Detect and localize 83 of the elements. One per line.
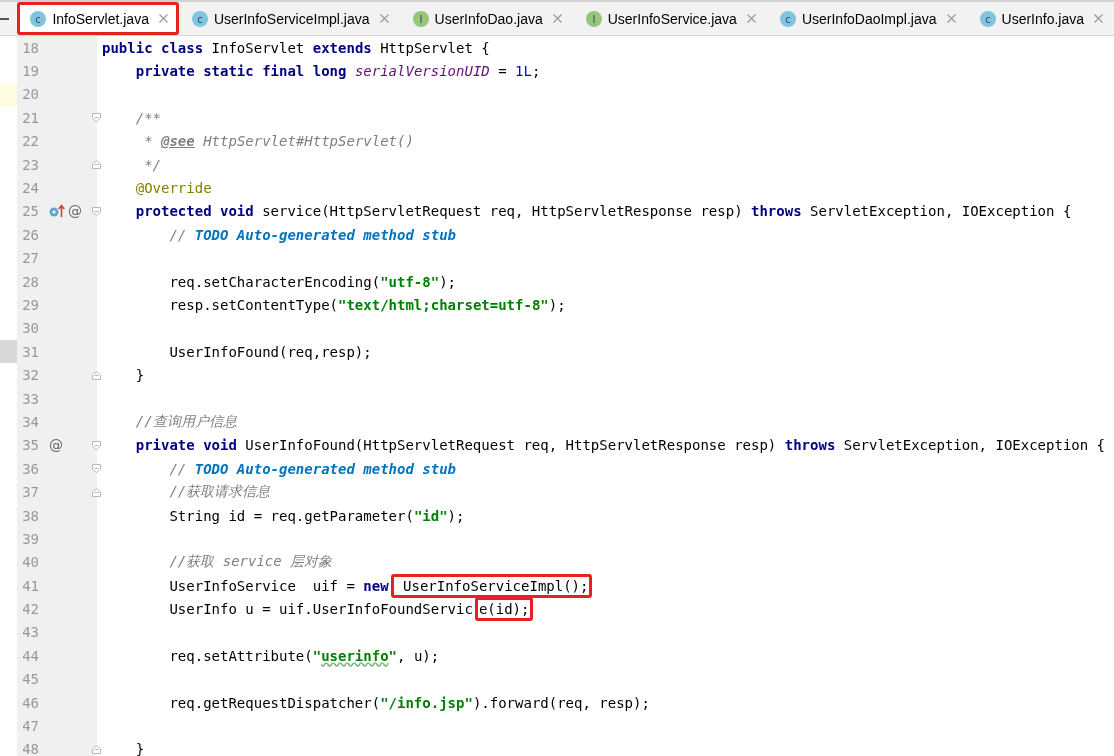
line-number: 22: [21, 133, 39, 150]
line-number: 40: [21, 554, 39, 571]
code-line: req.getRequestDispatcher("/info.jsp").forward(req, resp);: [168, 694, 650, 711]
line-number: 45: [21, 671, 39, 688]
code-line: String id = req.getParameter("id");: [168, 507, 465, 524]
code-line: req.setCharacterEncoding("utf-8");: [168, 273, 457, 290]
code-line: }: [134, 741, 145, 756]
code-line: req.setAttribute("userinfo", u);: [168, 647, 440, 664]
line-number: 42: [21, 601, 39, 618]
fold-marker-icon[interactable]: [92, 160, 101, 170]
line-number: 23: [21, 156, 39, 173]
close-icon[interactable]: [552, 14, 562, 23]
code-line: //获取 service 层对象: [168, 553, 333, 572]
code-line: // TODO Auto-generated method stub: [168, 226, 456, 243]
interface-icon: I: [412, 10, 429, 27]
line-number: 19: [21, 63, 39, 80]
file-tab[interactable]: c UserInfoServiceImpl.java: [178, 2, 400, 35]
close-icon[interactable]: [1094, 14, 1103, 23]
line-number: 20: [21, 86, 39, 103]
code-line: }: [134, 367, 145, 384]
override-method-icon[interactable]: [49, 204, 65, 219]
close-icon[interactable]: [379, 14, 389, 23]
line-number: 30: [21, 320, 39, 337]
line-number: 34: [21, 413, 39, 430]
line-number: 29: [21, 297, 39, 313]
line-number: 18: [21, 39, 39, 56]
line-number: 47: [21, 718, 39, 734]
code-line: resp.setContentType("text/html;charset=utf-8");: [168, 297, 566, 313]
code-line: //查询用户信息: [134, 412, 237, 431]
close-icon[interactable]: [946, 14, 956, 23]
fold-marker-icon[interactable]: [92, 370, 101, 380]
fold-marker-icon[interactable]: [92, 206, 101, 216]
code-line: protected void service(HttpServletRequest req, HttpServletResponse resp) throws ServletException, IOException {: [134, 203, 1072, 220]
fold-marker-icon[interactable]: [92, 744, 101, 754]
line-number: 41: [21, 577, 39, 594]
fold-marker-icon[interactable]: [92, 113, 101, 123]
close-icon[interactable]: [746, 14, 756, 23]
code-line: @Override: [134, 180, 212, 197]
line-number: 39: [21, 530, 39, 547]
line-number: 33: [21, 390, 39, 407]
line-number: 26: [21, 226, 39, 243]
line-number: 38: [21, 507, 39, 524]
class-icon: c: [979, 10, 996, 27]
close-icon[interactable]: [158, 14, 168, 23]
line-number: 21: [21, 109, 39, 126]
line-number: 48: [21, 741, 39, 756]
collapse-icon[interactable]: [0, 17, 10, 20]
line-number: 32: [21, 367, 39, 384]
fold-marker-icon[interactable]: [92, 440, 101, 450]
file-tab[interactable]: c UserInfoDaoImpl.java: [766, 2, 967, 35]
fold-marker-icon[interactable]: [92, 487, 101, 497]
line-number: 35: [21, 437, 39, 454]
file-tab[interactable]: c UserInfo.java: [966, 2, 1114, 35]
class-icon: c: [779, 10, 796, 27]
code-line: */: [143, 156, 161, 173]
code-line: public class InfoServlet extends HttpServlet {: [101, 39, 490, 56]
class-icon: c: [30, 10, 47, 27]
interface-icon: I: [585, 10, 602, 27]
line-number: 24: [21, 180, 39, 197]
line-number: 31: [21, 343, 39, 360]
code-line: // TODO Auto-generated method stub: [168, 460, 456, 477]
usage-marker[interactable]: @: [49, 437, 63, 454]
code-line: UserInfoFound(req,resp);: [168, 343, 372, 360]
line-number: 25: [21, 203, 39, 220]
usage-marker[interactable]: @: [68, 203, 82, 220]
line-number: 28: [21, 273, 39, 290]
code-line: private void UserInfoFound(HttpServletRequest req, HttpServletResponse resp) throws ServletException, IOException {: [134, 437, 1106, 454]
file-tab[interactable]: c InfoServlet.java: [17, 2, 179, 35]
line-number: 44: [21, 647, 39, 664]
code-line: UserInfo u = uif.UserInfoFoundServic e(id);: [97, 601, 534, 618]
code-line: /**: [134, 109, 161, 126]
code-line: //获取请求信息: [168, 483, 271, 502]
line-number: 37: [21, 484, 39, 501]
line-number: 43: [21, 624, 39, 641]
class-icon: c: [191, 10, 208, 27]
fold-marker-icon[interactable]: [92, 464, 101, 474]
code-line: private static final long serialVersionUID = 1L;: [134, 63, 541, 80]
file-tab[interactable]: I UserInfoDao.java: [399, 2, 573, 35]
line-number: 46: [21, 694, 39, 711]
code-line: * @see HttpServlet#HttpServlet(): [143, 133, 414, 150]
file-tab[interactable]: I UserInfoService.java: [572, 2, 767, 35]
line-number: 27: [21, 250, 39, 267]
line-number: 36: [21, 460, 39, 477]
